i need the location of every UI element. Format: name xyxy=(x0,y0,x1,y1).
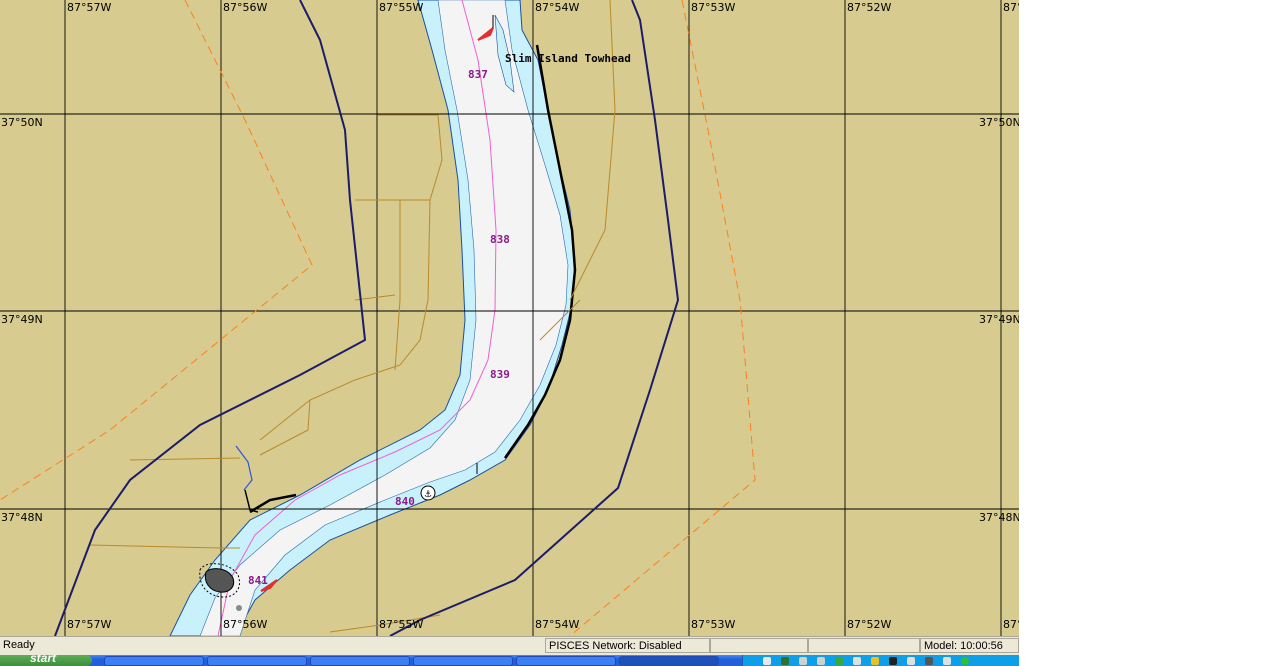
river-mile-837: 837 xyxy=(468,68,488,81)
river-mile-840: 840 xyxy=(395,495,415,508)
tray-icon[interactable] xyxy=(835,657,843,665)
lon-label: 87°57W xyxy=(67,618,111,631)
system-tray xyxy=(742,655,1019,666)
taskbar-item[interactable] xyxy=(516,656,616,666)
tray-icon[interactable] xyxy=(853,657,861,665)
lat-label: 37°50N xyxy=(1,116,43,129)
river-mile-841: 841 xyxy=(248,574,268,587)
lon-label: 87°52W xyxy=(847,618,891,631)
lon-label: 87°5 xyxy=(1003,1,1019,14)
lat-label: 37°49N xyxy=(1,313,43,326)
lat-label: 37°49N xyxy=(979,313,1019,326)
tray-icon[interactable] xyxy=(799,657,807,665)
river-mile-838: 838 xyxy=(490,233,510,246)
status-network: PISCES Network: Disabled xyxy=(545,638,710,653)
status-pane-empty-1 xyxy=(710,638,808,653)
tray-icon[interactable] xyxy=(907,657,915,665)
taskbar-item-active[interactable] xyxy=(619,656,719,666)
tray-icon[interactable] xyxy=(781,657,789,665)
taskbar-item[interactable] xyxy=(310,656,410,666)
lon-label: 87°54W xyxy=(535,1,579,14)
lon-label: 87°55W xyxy=(379,618,423,631)
lon-label: 87°55W xyxy=(379,1,423,14)
tray-icon[interactable] xyxy=(871,657,879,665)
taskbar-item[interactable] xyxy=(207,656,307,666)
tray-icon[interactable] xyxy=(817,657,825,665)
tray-icon[interactable] xyxy=(763,657,771,665)
windows-taskbar: start xyxy=(0,655,1019,666)
lat-label: 37°50N xyxy=(979,116,1019,129)
chart-canvas[interactable]: ⚓ 87°57W 87°56W 87°55W 87°54W 87°53W 87°… xyxy=(0,0,1019,636)
river-mile-839: 839 xyxy=(490,368,510,381)
grey-point-marker xyxy=(236,605,242,611)
lon-label: 87°54W xyxy=(535,618,579,631)
lon-label: 87°57W xyxy=(67,1,111,14)
start-label: start xyxy=(30,655,57,665)
place-name-slim-island-towhead: Slim Island Towhead xyxy=(505,52,631,65)
anchor-icon[interactable]: ⚓ xyxy=(420,485,436,501)
status-ready: Ready xyxy=(3,639,35,651)
status-pane-empty-2 xyxy=(808,638,920,653)
lat-label: 37°48N xyxy=(979,511,1019,524)
lon-label: 87°56W xyxy=(223,618,267,631)
svg-text:⚓: ⚓ xyxy=(424,490,432,500)
lon-label: 87°56W xyxy=(223,1,267,14)
tray-icon[interactable] xyxy=(889,657,897,665)
lat-label: 37°48N xyxy=(1,511,43,524)
lon-label: 87°5 xyxy=(1003,618,1019,631)
lon-label: 87°53W xyxy=(691,1,735,14)
status-bar: Ready PISCES Network: Disabled Model: 10… xyxy=(0,636,1019,655)
nautical-chart[interactable]: ⚓ 87°57W 87°56W 87°55W 87°54W 87°53W 87°… xyxy=(0,0,1019,636)
status-model: Model: 10:00:56 xyxy=(920,638,1019,653)
taskbar-item[interactable] xyxy=(413,656,513,666)
lon-label: 87°53W xyxy=(691,618,735,631)
lon-label: 87°52W xyxy=(847,1,891,14)
tray-icon[interactable] xyxy=(943,657,951,665)
tray-icon[interactable] xyxy=(961,657,969,665)
taskbar-item[interactable] xyxy=(104,656,204,666)
tray-icon[interactable] xyxy=(925,657,933,665)
start-button[interactable]: start xyxy=(0,655,92,666)
